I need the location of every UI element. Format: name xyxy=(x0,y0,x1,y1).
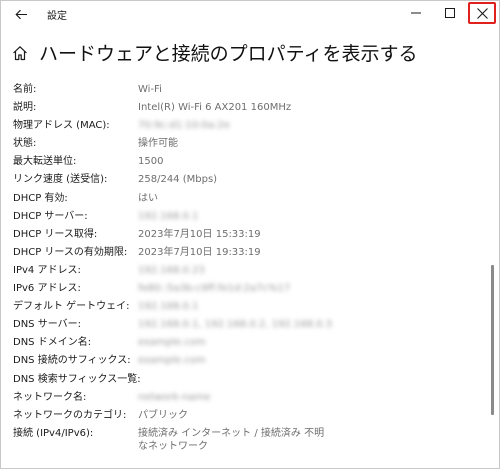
property-value: Intel(R) Wi-Fi 6 AX201 160MHz xyxy=(138,102,292,114)
property-label: DHCP サーバー: xyxy=(13,210,88,222)
property-row-dns-suffix: DNS 接続のサフィックス: example.com xyxy=(13,352,473,370)
scrollbar-thumb[interactable] xyxy=(491,265,494,415)
property-label: DNS ドメイン名: xyxy=(13,337,92,349)
property-label: DNS 接続のサフィックス: xyxy=(13,355,131,367)
property-value: はい xyxy=(138,192,158,204)
property-label: 状態: xyxy=(13,138,37,150)
property-row-dhcp-server: DHCP サーバー: 192.168.0.1 xyxy=(13,208,473,226)
close-icon xyxy=(476,7,488,19)
properties-list: 名前: Wi-Fi 説明: Intel(R) Wi-Fi 6 AX201 160… xyxy=(13,81,473,452)
property-value: 1500 xyxy=(138,156,164,168)
back-button[interactable] xyxy=(7,2,35,26)
title-bar: 設定 xyxy=(1,1,499,27)
property-label: 最大転送単位: xyxy=(13,156,77,168)
property-row-dns-servers: DNS サーバー: 192.168.0.1, 192.168.0.2, 192.… xyxy=(13,316,473,334)
property-row-ipv4: IPv4 アドレス: 192.168.0.23 xyxy=(13,262,473,280)
property-label: デフォルト ゲートウェイ: xyxy=(13,301,130,313)
property-value: 258/244 (Mbps) xyxy=(138,174,218,186)
property-label: 物理アドレス (MAC): xyxy=(13,120,110,132)
property-row-network-name: ネットワーク名: network-name xyxy=(13,389,473,407)
property-value: 2023年7月10日 15:33:19 xyxy=(138,228,261,240)
property-value: 操作可能 xyxy=(138,138,178,150)
property-value: パブリック xyxy=(138,409,188,421)
property-label: リンク速度 (送受信): xyxy=(13,174,108,186)
property-row-description: 説明: Intel(R) Wi-Fi 6 AX201 160MHz xyxy=(13,99,473,117)
property-label: DHCP 有効: xyxy=(13,192,68,204)
property-label: IPv6 アドレス: xyxy=(13,283,81,295)
page-header: ハードウェアと接続のプロパティを表示する xyxy=(11,39,417,66)
property-label: DHCP リース取得: xyxy=(13,228,98,240)
property-label: ネットワーク名: xyxy=(13,391,87,403)
property-label: ネットワークのカテゴリ: xyxy=(13,409,127,421)
property-row-name: 名前: Wi-Fi xyxy=(13,81,473,99)
property-row-dns-search-list: DNS 検索サフィックス一覧: xyxy=(13,371,473,389)
property-value: 2023年7月10日 19:33:19 xyxy=(138,246,261,258)
page-title: ハードウェアと接続のプロパティを表示する xyxy=(39,43,418,65)
property-row-dhcp-lease-obtained: DHCP リース取得: 2023年7月10日 15:33:19 xyxy=(13,226,473,244)
property-row-dns-domain: DNS ドメイン名: example.com xyxy=(13,334,473,352)
property-value: 接続済み インターネット / 接続済み 不明なネットワーク xyxy=(138,427,325,452)
property-value: example.com xyxy=(138,355,206,367)
property-row-mac: 物理アドレス (MAC): 70:9c:d1:10:0a:2e xyxy=(13,117,473,135)
property-row-status: 状態: 操作可能 xyxy=(13,135,473,153)
property-row-default-gateway: デフォルト ゲートウェイ: 192.168.0.1 xyxy=(13,298,473,316)
property-value: 192.168.0.1 xyxy=(138,301,199,313)
minimize-icon xyxy=(411,12,421,14)
property-value: example.com xyxy=(138,337,206,349)
property-label: 接続 (IPv4/IPv6): xyxy=(13,427,94,439)
property-label: DHCP リースの有効期限: xyxy=(13,246,128,258)
minimize-button[interactable] xyxy=(401,1,431,25)
property-value: 70:9c:d1:10:0a:2e xyxy=(138,120,230,132)
property-value: fe80::5a3b:c9ff:fe1d:2a7c%17 xyxy=(138,283,291,295)
property-row-dhcp-lease-expires: DHCP リースの有効期限: 2023年7月10日 19:33:19 xyxy=(13,244,473,262)
property-label: 説明: xyxy=(13,102,37,114)
property-value: 192.168.0.1 xyxy=(138,210,199,222)
property-value: 192.168.0.1, 192.168.0.2, 192.168.0.3 xyxy=(138,319,333,331)
property-row-link-speed: リンク速度 (送受信): 258/244 (Mbps) xyxy=(13,171,473,189)
property-row-ipv6: IPv6 アドレス: fe80::5a3b:c9ff:fe1d:2a7c%17 xyxy=(13,280,473,298)
maximize-button[interactable] xyxy=(435,1,465,25)
property-row-network-category: ネットワークのカテゴリ: パブリック xyxy=(13,407,473,425)
home-icon[interactable] xyxy=(11,44,29,62)
property-label: DNS 検索サフィックス一覧: xyxy=(13,373,141,385)
settings-window: 設定 ハードウェアと接続のプロパティを表示する 名前: Wi-Fi 説明: In… xyxy=(0,0,500,469)
property-label: IPv4 アドレス: xyxy=(13,264,81,276)
back-arrow-icon xyxy=(14,9,27,19)
property-label: DNS サーバー: xyxy=(13,319,81,331)
property-value: network-name xyxy=(138,391,211,403)
close-button[interactable] xyxy=(468,2,496,24)
property-row-mtu: 最大転送単位: 1500 xyxy=(13,153,473,171)
property-label: 名前: xyxy=(13,84,37,95)
property-row-connectivity: 接続 (IPv4/IPv6): 接続済み インターネット / 接続済み 不明なネ… xyxy=(13,425,473,452)
app-title: 設定 xyxy=(47,11,67,22)
property-value: 192.168.0.23 xyxy=(138,264,205,276)
maximize-icon xyxy=(445,8,455,18)
property-value: Wi-Fi xyxy=(138,84,162,95)
property-row-dhcp-enabled: DHCP 有効: はい xyxy=(13,190,473,208)
